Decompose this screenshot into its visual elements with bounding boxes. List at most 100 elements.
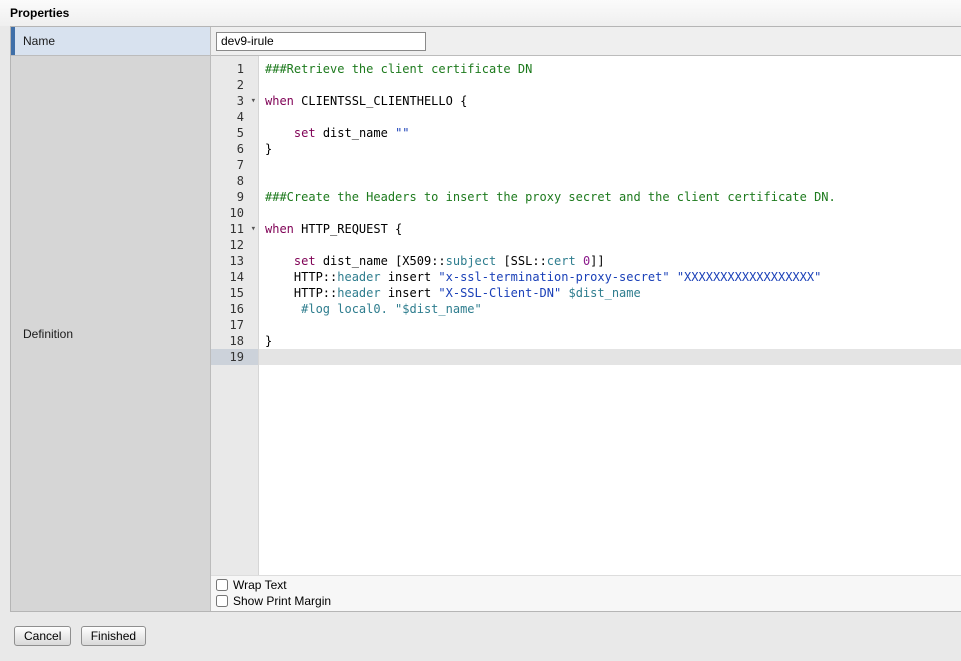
code-token: subject	[446, 254, 497, 268]
finished-button[interactable]: Finished	[81, 626, 146, 646]
cancel-button[interactable]: Cancel	[14, 626, 71, 646]
fold-arrow-icon[interactable]: ▾	[251, 221, 256, 237]
code-token: "X-SSL-Client-DN"	[438, 286, 561, 300]
gutter-line[interactable]: 6	[211, 141, 258, 157]
editor-code[interactable]: ###Retrieve the client certificate DN whe…	[259, 56, 961, 575]
gutter-line[interactable]: 15	[211, 285, 258, 301]
wrap-text-label: Wrap Text	[233, 578, 287, 592]
code-token: when	[265, 222, 294, 236]
definition-label-cell: Definition	[11, 56, 211, 611]
name-value-cell	[211, 27, 961, 55]
line-number: 2	[237, 78, 244, 92]
gutter-line[interactable]: 16	[211, 301, 258, 317]
line-number: 16	[230, 302, 244, 316]
show-print-margin-checkbox[interactable]	[216, 595, 228, 607]
gutter-line[interactable]: 10	[211, 205, 258, 221]
code-token: ]]	[590, 254, 604, 268]
code-token: set	[294, 126, 316, 140]
code-token: dist_name [X509::	[316, 254, 446, 268]
gutter-line[interactable]: 12	[211, 237, 258, 253]
line-number: 9	[237, 190, 244, 204]
code-line[interactable]	[259, 77, 961, 93]
gutter-line[interactable]: 7	[211, 157, 258, 173]
show-print-margin-label: Show Print Margin	[233, 594, 331, 608]
code-token	[670, 270, 677, 284]
code-line[interactable]: ###Retrieve the client certificate DN	[259, 61, 961, 77]
gutter-line[interactable]: 4	[211, 109, 258, 125]
line-number: 1	[237, 62, 244, 76]
code-token: CLIENTSSL_CLIENTHELLO {	[294, 94, 467, 108]
definition-row: Definition 123▾4567891011▾12131415161718…	[11, 55, 961, 611]
gutter-line[interactable]: 5	[211, 125, 258, 141]
gutter-line[interactable]: 1	[211, 61, 258, 77]
code-line[interactable]: when HTTP_REQUEST {	[259, 221, 961, 237]
code-token	[265, 254, 294, 268]
code-token: #log local0. "$dist_name"	[301, 302, 482, 316]
gutter-line[interactable]: 11 ▾	[211, 221, 258, 237]
code-token	[265, 126, 294, 140]
editor-options: Wrap Text Show Print Margin	[211, 575, 961, 611]
code-line[interactable]: ###Create the Headers to insert the prox…	[259, 189, 961, 205]
line-number: 12	[230, 238, 244, 252]
gutter-line[interactable]: 2	[211, 77, 258, 93]
line-number: 3	[237, 94, 244, 108]
wrap-text-option: Wrap Text	[214, 577, 961, 593]
gutter-line[interactable]: 3▾	[211, 93, 258, 109]
code-token: header	[337, 286, 380, 300]
code-line[interactable]: set dist_name [X509::subject [SSL::cert …	[259, 253, 961, 269]
line-number: 17	[230, 318, 244, 332]
code-token: header	[337, 270, 380, 284]
code-line[interactable]	[259, 173, 961, 189]
definition-editor-cell: 123▾4567891011▾1213141516171819 ###Retri…	[211, 56, 961, 611]
code-line[interactable]	[259, 157, 961, 173]
code-line[interactable]: #log local0. "$dist_name"	[259, 301, 961, 317]
name-label: Name	[23, 34, 55, 48]
code-token: insert	[381, 270, 439, 284]
code-token: HTTP_REQUEST {	[294, 222, 402, 236]
editor-gutter: 123▾4567891011▾1213141516171819	[211, 56, 259, 575]
code-line[interactable]: HTTP::header insert "x-ssl-termination-p…	[259, 269, 961, 285]
code-line[interactable]	[259, 349, 961, 365]
fold-arrow-icon[interactable]: ▾	[251, 93, 256, 109]
code-line[interactable]: set dist_name ""	[259, 125, 961, 141]
code-token: [SSL::	[496, 254, 547, 268]
code-line[interactable]	[259, 205, 961, 221]
code-editor[interactable]: 123▾4567891011▾1213141516171819 ###Retri…	[211, 56, 961, 575]
show-print-margin-option: Show Print Margin	[214, 593, 961, 609]
code-token: when	[265, 94, 294, 108]
name-input[interactable]	[216, 32, 426, 51]
gutter-line[interactable]: 18	[211, 333, 258, 349]
code-line[interactable]	[259, 109, 961, 125]
line-number: 6	[237, 142, 244, 156]
line-number: 15	[230, 286, 244, 300]
line-number: 13	[230, 254, 244, 268]
bottom-bar: Cancel Finished	[0, 612, 961, 661]
gutter-line[interactable]: 14	[211, 269, 258, 285]
code-token: ###Create the Headers to insert the prox…	[265, 190, 836, 204]
row-accent-bar	[11, 27, 15, 55]
code-line[interactable]: when CLIENTSSL_CLIENTHELLO {	[259, 93, 961, 109]
line-number: 8	[237, 174, 244, 188]
line-number: 10	[230, 206, 244, 220]
code-token: ###Retrieve the client certificate DN	[265, 62, 532, 76]
code-token	[576, 254, 583, 268]
code-token: $dist_name	[568, 286, 640, 300]
line-number: 11	[230, 222, 244, 236]
code-line[interactable]: }	[259, 141, 961, 157]
code-token: }	[265, 142, 272, 156]
code-token: cert	[547, 254, 576, 268]
wrap-text-checkbox[interactable]	[216, 579, 228, 591]
code-token: insert	[381, 286, 439, 300]
gutter-line[interactable]: 8	[211, 173, 258, 189]
line-number: 7	[237, 158, 244, 172]
code-line[interactable]	[259, 237, 961, 253]
code-token: dist_name	[316, 126, 395, 140]
definition-label: Definition	[23, 327, 73, 341]
gutter-line[interactable]: 9	[211, 189, 258, 205]
code-line[interactable]: }	[259, 333, 961, 349]
gutter-line[interactable]: 19	[211, 349, 258, 365]
code-line[interactable]	[259, 317, 961, 333]
gutter-line[interactable]: 17	[211, 317, 258, 333]
gutter-line[interactable]: 13	[211, 253, 258, 269]
code-line[interactable]: HTTP::header insert "X-SSL-Client-DN" $d…	[259, 285, 961, 301]
